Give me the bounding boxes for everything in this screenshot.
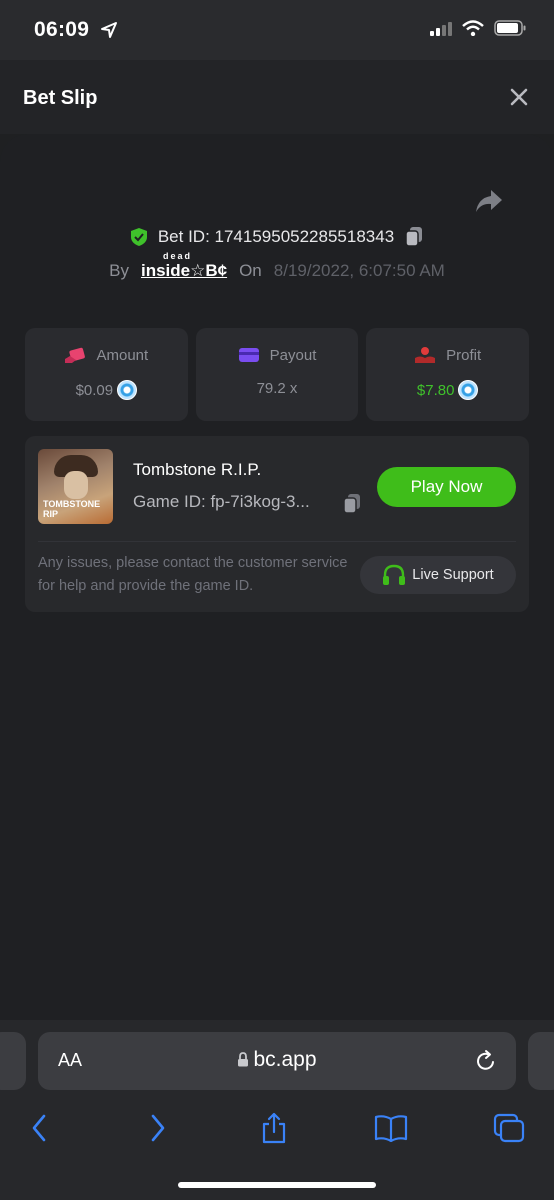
amount-icon (65, 347, 86, 363)
bet-details-panel: Bet ID: 1741595052285518343 By dead insi… (0, 134, 554, 1020)
live-support-button[interactable]: Live Support (360, 556, 516, 594)
payout-icon (238, 348, 259, 362)
previous-tab-preview[interactable] (0, 1032, 26, 1090)
back-icon (32, 1114, 46, 1142)
user-superscript: dead (162, 251, 192, 261)
profit-label: Profit (446, 346, 482, 364)
url-display[interactable]: bc.app (38, 1048, 516, 1072)
bet-slip-header: Bet Slip (0, 60, 554, 134)
reload-icon[interactable] (474, 1049, 498, 1073)
payout-label: Payout (269, 346, 317, 364)
back-button[interactable] (19, 1108, 59, 1148)
amount-card: Amount $0.09 (25, 328, 188, 421)
share-button[interactable] (254, 1108, 294, 1148)
signal-icon (430, 20, 452, 36)
status-time: 06:09 (34, 18, 90, 41)
bookmarks-icon (374, 1115, 408, 1142)
bet-stats: Amount $0.09 Payout 79.2 x Profit $7.80 (25, 328, 530, 421)
tabs-button[interactable] (489, 1108, 529, 1148)
page-title: Bet Slip (23, 87, 98, 109)
user-name: inside☆B¢ (140, 261, 228, 280)
game-id: Game ID: fp-7i3kog-3... (133, 492, 310, 511)
location-arrow-icon (101, 22, 117, 38)
coin-icon (458, 380, 479, 400)
share-icon (262, 1112, 286, 1144)
bet-author-row: By dead inside☆B¢ On 8/19/2022, 6:07:50 … (0, 251, 554, 281)
status-indicators (430, 20, 526, 36)
browser-chrome: AA bc.app (0, 1020, 554, 1200)
thumbnail-title: TOMBSTONE RIP (43, 499, 101, 519)
game-thumbnail[interactable]: TOMBSTONE RIP (38, 449, 113, 524)
tabs-icon (493, 1113, 525, 1143)
battery-icon (494, 20, 526, 36)
profit-value: $7.80 (416, 381, 455, 399)
profit-icon (415, 347, 436, 363)
bet-id: Bet ID: 1741595052285518343 (157, 227, 395, 246)
status-bar: 06:09 (0, 0, 554, 60)
payout-value: 79.2 x (256, 380, 298, 397)
on-label: On (239, 261, 262, 280)
share-icon[interactable] (474, 188, 504, 214)
browser-toolbar (0, 1108, 554, 1148)
amount-label: Amount (96, 346, 149, 364)
wifi-icon (462, 20, 484, 36)
copy-icon[interactable] (342, 493, 362, 515)
copy-icon[interactable] (404, 226, 424, 248)
address-bar[interactable]: AA bc.app (38, 1032, 516, 1090)
bookmarks-button[interactable] (371, 1108, 411, 1148)
play-now-button[interactable]: Play Now (377, 467, 516, 507)
forward-button[interactable] (138, 1108, 178, 1148)
url-text: bc.app (253, 1048, 317, 1071)
user-link[interactable]: dead inside☆B¢ (140, 251, 228, 281)
divider (38, 541, 516, 542)
next-tab-preview[interactable] (528, 1032, 554, 1090)
lock-icon (238, 1052, 249, 1067)
profit-card: Profit $7.80 (366, 328, 530, 421)
home-indicator (178, 1182, 376, 1188)
live-support-label: Live Support (412, 567, 494, 583)
game-name[interactable]: Tombstone R.I.P. (133, 460, 261, 480)
coin-icon (117, 380, 138, 400)
by-label: By (109, 261, 129, 280)
support-notice: Any issues, please contact the customer … (38, 555, 348, 594)
close-icon[interactable] (508, 86, 530, 108)
bet-date: 8/19/2022, 6:07:50 AM (273, 261, 445, 280)
headset-icon (383, 564, 406, 585)
payout-card: Payout 79.2 x (195, 328, 359, 421)
forward-icon (151, 1114, 165, 1142)
shield-check-icon (130, 228, 147, 246)
bet-id-row: Bet ID: 1741595052285518343 (0, 226, 554, 248)
game-card: TOMBSTONE RIP Tombstone R.I.P. Game ID: … (25, 436, 529, 612)
amount-value: $0.09 (75, 381, 114, 399)
